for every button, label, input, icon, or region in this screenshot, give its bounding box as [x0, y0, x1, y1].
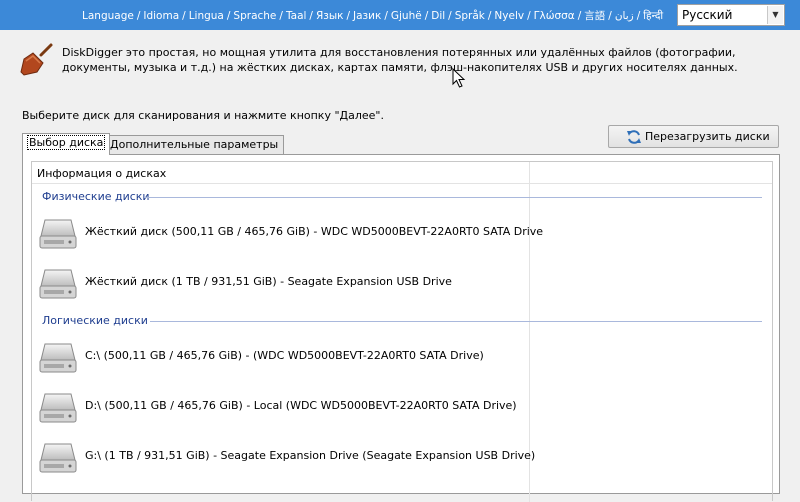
lang-link-macedonian[interactable]: Јазик	[353, 10, 381, 22]
lang-link-japanese[interactable]: 言語	[584, 10, 605, 22]
lang-link-dutch[interactable]: Taal	[286, 10, 306, 22]
language-select-value: Русский	[682, 8, 733, 22]
column-header-disk-info[interactable]: Информация о дисках	[37, 167, 166, 180]
list-column-header: Информация о дисках	[32, 162, 772, 184]
lang-link-turkish[interactable]: Dil	[431, 10, 445, 22]
lang-link-hindi[interactable]: हिन्दी	[643, 10, 663, 22]
lang-link-albanian[interactable]: Gjuhë	[391, 10, 422, 22]
group-divider	[144, 197, 762, 198]
hard-drive-icon	[39, 343, 77, 373]
group-physical-disks: Физические диски	[42, 190, 150, 203]
group-divider	[150, 321, 762, 322]
lang-link-spanish[interactable]: Idioma	[143, 10, 179, 22]
drive-label: C:\ (500,11 GB / 465,76 GiB) - (WDC WD50…	[85, 349, 484, 362]
hard-drive-icon	[39, 393, 77, 423]
lang-separator: /	[487, 10, 492, 22]
chevron-down-icon[interactable]: ▼	[767, 6, 783, 24]
tab-panel: Информация о дисках Физические диски Жёс…	[22, 154, 780, 502]
lang-link-swedish[interactable]: Språk	[455, 10, 485, 22]
shovel-icon	[20, 43, 53, 76]
tab-advanced-options-label: Дополнительные параметры	[110, 138, 279, 151]
mouse-cursor-icon	[452, 68, 466, 88]
instruction-text: Выберите диск для сканирования и нажмите…	[22, 109, 384, 122]
lang-separator: /	[182, 10, 186, 22]
lang-link-russian[interactable]: Язык	[316, 10, 344, 22]
lang-separator: /	[424, 10, 429, 22]
lang-link-greek[interactable]: Γλώσσα	[534, 10, 575, 22]
tab-advanced-options[interactable]: Дополнительные параметры	[104, 135, 285, 155]
lang-link-german[interactable]: Sprache	[233, 10, 276, 22]
refresh-icon	[627, 130, 641, 144]
disk-list[interactable]: Информация о дисках Физические диски Жёс…	[31, 161, 773, 502]
language-links: Language / Idioma / Lingua / Sprache / Taal / Язык…	[82, 8, 663, 23]
lang-link-hungarian[interactable]: Nyelv	[494, 10, 524, 22]
lang-link-italian[interactable]: Lingua	[189, 10, 224, 22]
lang-link-english[interactable]: Language	[82, 10, 134, 22]
lang-separator: /	[608, 10, 612, 22]
hard-drive-icon	[39, 219, 77, 249]
group-logical-disks: Логические диски	[42, 314, 148, 327]
lang-separator: /	[384, 10, 388, 22]
lang-separator: /	[577, 10, 582, 22]
lang-separator: /	[346, 10, 351, 22]
reload-disks-label: Перезагрузить диски	[645, 130, 770, 143]
lang-separator: /	[226, 10, 231, 22]
drive-label: Жёсткий диск (500,11 GB / 465,76 GiB) - …	[85, 225, 544, 238]
lang-separator: /	[309, 10, 313, 22]
lang-separator: /	[527, 10, 531, 22]
drive-label: G:\ (1 TB / 931,51 GiB) - Seagate Expans…	[85, 449, 536, 462]
lang-separator: /	[136, 10, 141, 22]
hard-drive-icon	[39, 443, 77, 473]
lang-separator: /	[636, 10, 641, 22]
language-bar: Language / Idioma / Lingua / Sprache / Taal / Язык…	[0, 0, 800, 30]
hard-drive-icon	[39, 269, 77, 299]
lang-separator: /	[448, 10, 452, 22]
drive-label: D:\ (500,11 GB / 465,76 GiB) - Local (WD…	[85, 399, 517, 412]
tab-select-disk[interactable]: Выбор диска	[22, 133, 111, 155]
lang-link-persian[interactable]: زبان	[615, 10, 634, 22]
language-select[interactable]: Русский ▼	[677, 4, 785, 26]
reload-disks-button[interactable]: Перезагрузить диски	[608, 125, 779, 148]
drive-label: Жёсткий диск (1 TB / 931,51 GiB) - Seaga…	[85, 275, 452, 288]
tab-select-disk-label: Выбор диска	[26, 135, 106, 150]
intro-text: DiskDigger это простая, но мощная утилит…	[62, 46, 738, 74]
lang-separator: /	[279, 10, 283, 22]
